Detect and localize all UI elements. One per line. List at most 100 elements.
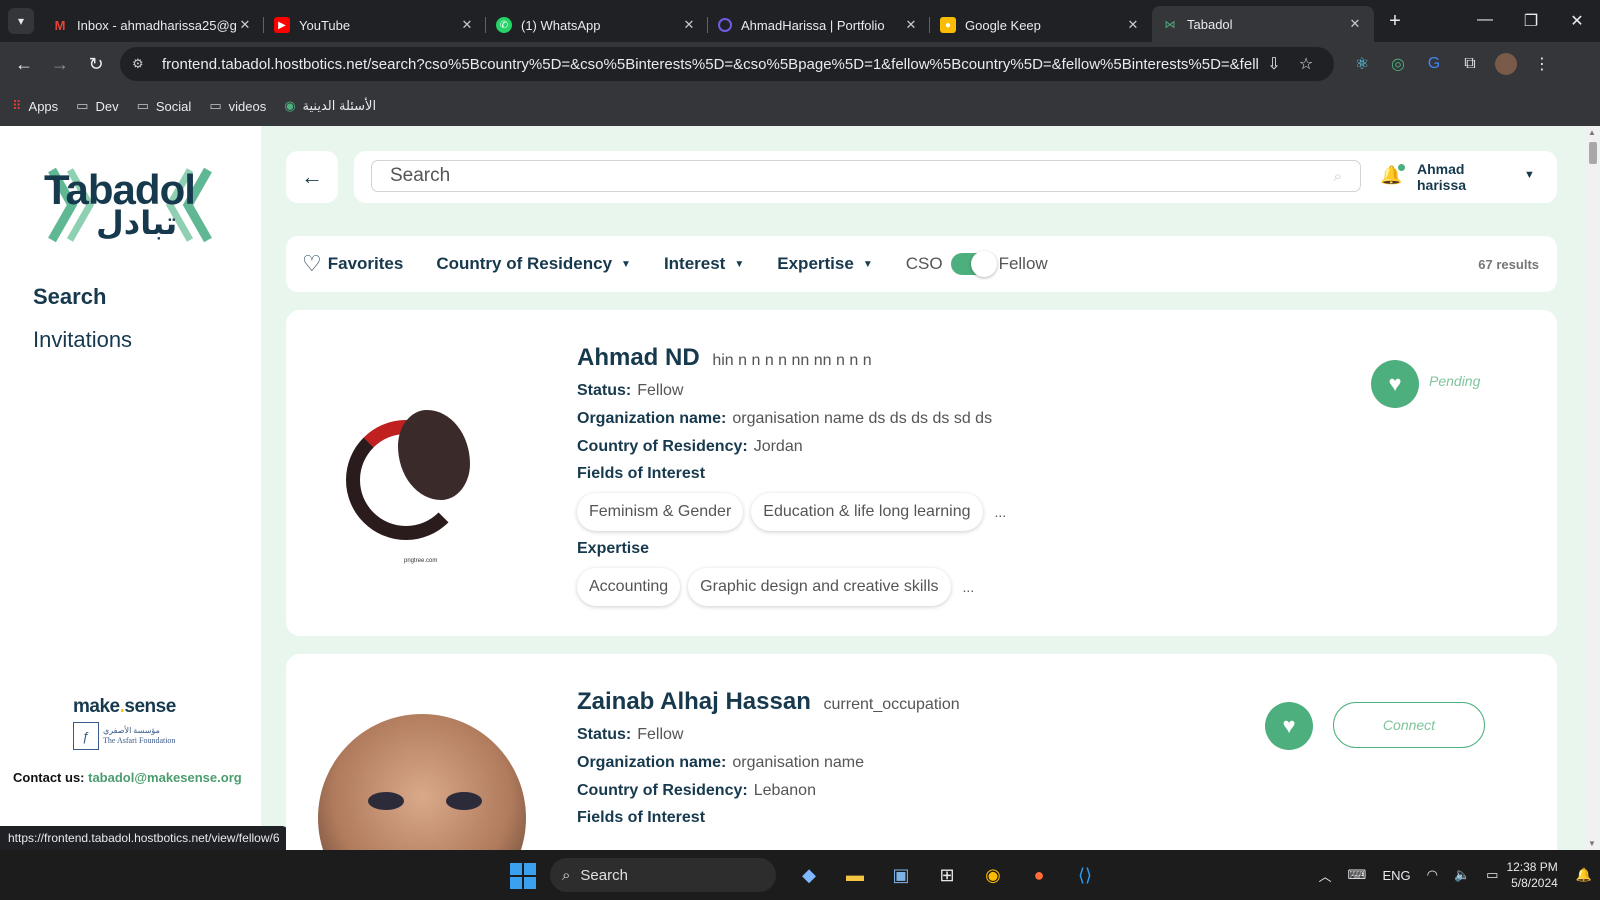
profile-name[interactable]: Zainab Alhaj Hassan <box>577 688 811 715</box>
site-info-icon[interactable]: ⚙ <box>132 56 152 72</box>
cso-fellow-toggle: CSO Fellow <box>906 251 1048 277</box>
tab-search-button[interactable]: ▾ <box>8 8 34 34</box>
chevron-up-icon[interactable]: ︿ <box>1319 866 1332 885</box>
tabadol-logo[interactable]: Tabadol تبادل <box>44 160 216 250</box>
close-icon[interactable]: ✕ <box>236 17 254 33</box>
tab-title: Google Keep <box>965 17 1041 33</box>
menu-kebab-icon[interactable]: ⋮ <box>1524 54 1560 74</box>
chrome-icon[interactable]: ◉ <box>970 860 1016 890</box>
bookmark-social[interactable]: ▭ Social <box>137 98 192 114</box>
bookmark-label: Dev <box>95 98 119 114</box>
profile-card[interactable]: Zainab Alhaj Hassan current_occupation S… <box>286 654 1557 850</box>
google-translate-icon[interactable]: G <box>1416 55 1452 73</box>
address-bar[interactable]: ⚙ frontend.tabadol.hostbotics.net/search… <box>120 47 1334 81</box>
restore-icon[interactable]: ❐ <box>1508 11 1554 31</box>
scrollbar-thumb[interactable] <box>1589 142 1597 164</box>
address-url[interactable]: frontend.tabadol.hostbotics.net/search?c… <box>162 56 1258 73</box>
profile-avatar[interactable] <box>1495 53 1517 75</box>
expertise-filter-dropdown[interactable]: Expertise ▼ <box>777 254 872 274</box>
scroll-down-icon[interactable]: ▼ <box>1588 839 1596 848</box>
minimize-icon[interactable]: — <box>1462 11 1508 31</box>
profile-card[interactable]: pngtree.com Ahmad ND hin n n n n nn nn n… <box>286 310 1557 636</box>
close-icon[interactable]: ✕ <box>902 17 920 33</box>
profile-photo[interactable] <box>318 714 526 850</box>
tab-title: (1) WhatsApp <box>521 17 601 33</box>
install-app-icon[interactable]: ⇩ <box>1258 54 1290 74</box>
browser-tab-keep[interactable]: ● Google Keep ✕ <box>930 8 1152 42</box>
bookmarks-bar: ⠿ Apps ▭ Dev ▭ Social ▭ videos ◉ الأسئلة… <box>0 86 1600 126</box>
bookmark-dev[interactable]: ▭ Dev <box>76 98 118 114</box>
nav-item-search[interactable]: Search <box>33 284 106 310</box>
expertise-chips: Accounting Graphic design and creative s… <box>577 568 1006 606</box>
favorite-button[interactable]: ♥ <box>1265 702 1313 750</box>
copilot-icon[interactable]: ◆ <box>786 860 832 890</box>
country-filter-dropdown[interactable]: Country of Residency ▼ <box>436 254 631 274</box>
interest-filter-label: Interest <box>663 254 726 273</box>
profile-name[interactable]: Ahmad ND <box>577 344 700 371</box>
search-input[interactable] <box>390 165 1334 187</box>
toggle-switch[interactable] <box>950 251 997 277</box>
photo-detail <box>446 792 482 810</box>
scroll-up-icon[interactable]: ▲ <box>1588 128 1596 137</box>
extensions-puzzle-icon[interactable]: ⧉ <box>1452 55 1488 73</box>
reload-icon[interactable]: ↻ <box>78 54 114 75</box>
close-icon[interactable]: ✕ <box>458 17 476 33</box>
favorites-filter[interactable]: ♡ Favorites <box>302 251 403 277</box>
taskbar-search[interactable]: ⌕ Search <box>550 858 776 892</box>
status-value: Fellow <box>637 382 684 399</box>
bookmark-videos[interactable]: ▭ videos <box>209 98 266 114</box>
forward-arrow-icon[interactable]: → <box>42 54 78 75</box>
search-field[interactable]: ⌕ <box>371 160 1361 192</box>
keyboard-icon[interactable]: ⌨ <box>1348 867 1367 883</box>
new-tab-button[interactable]: + <box>1380 10 1410 33</box>
browser-tab-whatsapp[interactable]: ✆ (1) WhatsApp ✕ <box>486 8 708 42</box>
browser-tab-gmail[interactable]: M Inbox - ahmadharissa25@g ✕ <box>42 8 264 42</box>
vscode-icon[interactable]: ⟨⟩ <box>1062 860 1108 890</box>
postman-icon[interactable]: ● <box>1016 860 1062 890</box>
close-icon[interactable]: ✕ <box>1124 17 1142 33</box>
link-status-tooltip: https://frontend.tabadol.hostbotics.net/… <box>0 826 288 850</box>
browser-tab-youtube[interactable]: ▶ YouTube ✕ <box>264 8 486 42</box>
tabadol-page: Tabadol تبادل Search Invitations make.se… <box>0 126 1600 850</box>
volume-icon[interactable]: 🔈 <box>1454 867 1470 883</box>
arrow-left-icon: ← <box>301 164 323 189</box>
bookmark-star-icon[interactable]: ☆ <box>1290 54 1322 74</box>
extension-green-icon[interactable]: ◎ <box>1380 54 1416 74</box>
wifi-icon[interactable]: ◠ <box>1427 867 1438 883</box>
react-devtools-icon[interactable]: ⚛ <box>1344 54 1380 74</box>
notification-bell-icon[interactable]: 🔔 <box>1576 867 1592 883</box>
tab-title: AhmadHarissa | Portfolio <box>741 17 885 33</box>
interest-filter-dropdown[interactable]: Interest ▼ <box>664 254 744 274</box>
profile-photo[interactable]: pngtree.com <box>318 370 526 578</box>
connect-button[interactable]: Connect <box>1333 702 1485 748</box>
chevron-down-icon[interactable]: ▼ <box>1524 169 1535 181</box>
browser-tab-tabadol[interactable]: ⋈ Tabadol ✕ <box>1152 6 1374 42</box>
user-menu[interactable]: Ahmad harissa <box>1417 161 1466 193</box>
nav-item-invitations[interactable]: Invitations <box>33 327 132 353</box>
windows-start-icon[interactable] <box>510 863 536 889</box>
language-indicator[interactable]: ENG <box>1382 868 1410 883</box>
page-scrollbar[interactable]: ▲ ▼ <box>1586 126 1600 850</box>
browser-tab-portfolio[interactable]: AhmadHarissa | Portfolio ✕ <box>708 8 930 42</box>
back-arrow-icon[interactable]: ← <box>6 54 42 75</box>
battery-icon[interactable]: ▭ <box>1486 867 1498 883</box>
window-close-icon[interactable]: ✕ <box>1554 11 1600 31</box>
notification-bell-icon[interactable]: 🔔 <box>1380 164 1406 186</box>
bookmark-apps[interactable]: ⠿ Apps <box>12 98 58 114</box>
favorites-label: Favorites <box>327 254 404 273</box>
taskbar-search-label: Search <box>580 866 628 884</box>
photos-icon[interactable]: ▣ <box>878 860 924 890</box>
organization-value: organisation name <box>732 754 864 771</box>
back-button[interactable]: ← <box>286 151 338 203</box>
close-icon[interactable]: ✕ <box>1346 16 1364 32</box>
bookmark-religious-questions[interactable]: ◉ الأسئلة الدينية <box>284 98 376 114</box>
search-icon[interactable]: ⌕ <box>1334 168 1342 185</box>
file-explorer-icon[interactable]: ▬ <box>832 860 878 890</box>
brand-sense: sense <box>124 696 176 717</box>
favorite-button[interactable]: ♥ <box>1371 360 1419 408</box>
clock[interactable]: 12:38 PM 5/8/2024 <box>1506 859 1557 891</box>
close-icon[interactable]: ✕ <box>680 17 698 33</box>
microsoft-store-icon[interactable]: ⊞ <box>924 860 970 890</box>
status-row: Status: Fellow <box>577 381 1006 400</box>
contact-email-link[interactable]: tabadol@makesense.org <box>88 770 242 785</box>
